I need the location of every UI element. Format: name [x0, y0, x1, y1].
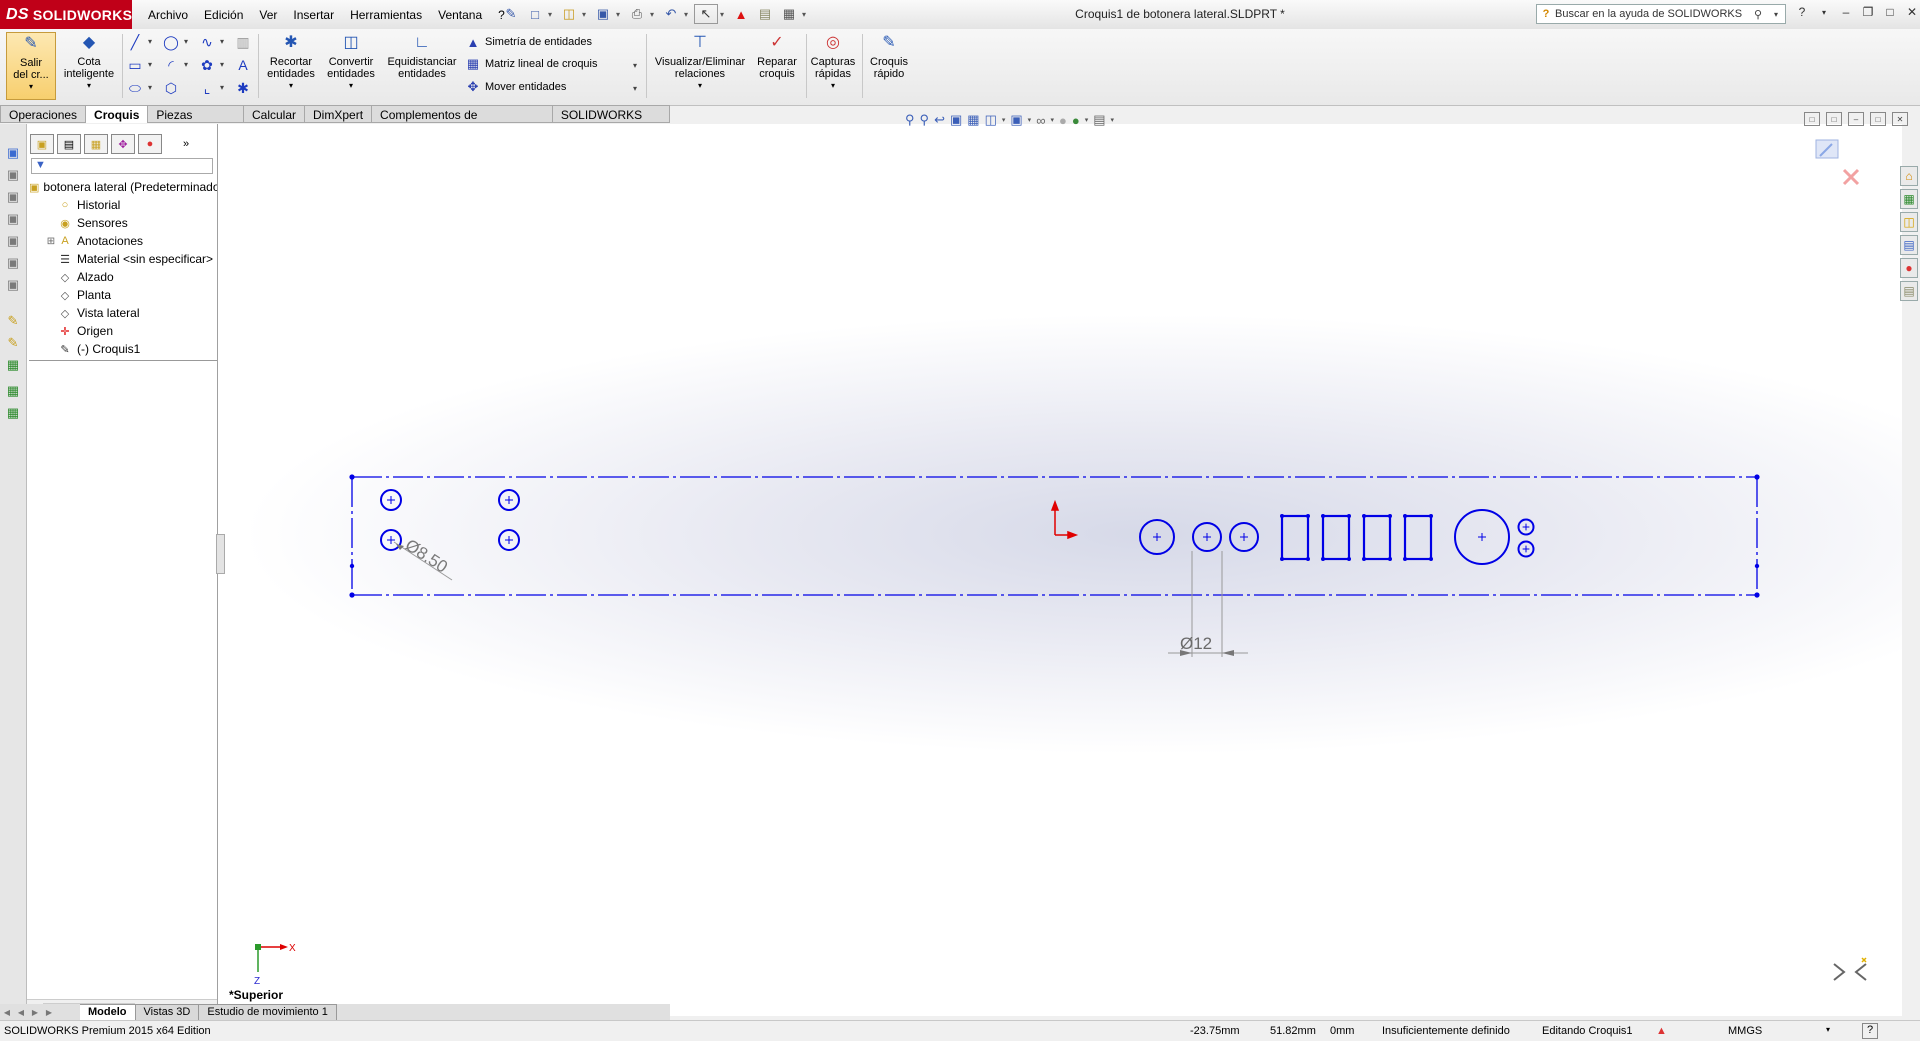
status-help-icon[interactable]: ?: [1862, 1023, 1878, 1039]
next-tab-icon[interactable]: ▶: [28, 1005, 42, 1019]
units-dropdown-icon[interactable]: ▾: [1826, 1025, 1830, 1034]
sketch-circle[interactable]: [1229, 522, 1259, 552]
status-z-coord: 0mm: [1330, 1025, 1355, 1037]
sketch-circle[interactable]: [380, 489, 402, 511]
sketch-circle[interactable]: [1517, 518, 1535, 536]
slots: [1280, 514, 1433, 561]
tab-modelo[interactable]: Modelo: [80, 1003, 136, 1021]
slot-3[interactable]: [1362, 514, 1392, 561]
bottom-tabs: ◀ ◀ ▶ ▶ Modelo Vistas 3D Estudio de movi…: [0, 1003, 670, 1021]
status-editing: Editando Croquis1: [1542, 1025, 1633, 1037]
slot-vertices: [1280, 514, 1433, 561]
last-tab-icon[interactable]: ▶: [42, 1005, 56, 1019]
reference-triad-icon: [1833, 957, 1867, 981]
triad-z-label: Z: [254, 976, 260, 987]
prev-tab-icon[interactable]: ◀: [14, 1005, 28, 1019]
sketch-circle[interactable]: [1192, 522, 1222, 552]
status-bar: SOLIDWORKS Premium 2015 x64 Edition -23.…: [0, 1020, 1920, 1041]
view-triad: X Z: [254, 943, 296, 987]
tab-vistas-3d[interactable]: Vistas 3D: [135, 1003, 200, 1021]
sketch-circle[interactable]: [498, 529, 520, 551]
sketch-rectangle[interactable]: [351, 476, 1758, 596]
rebuild-status-icon[interactable]: ▲: [1656, 1025, 1667, 1037]
sketch-circle[interactable]: [498, 489, 520, 511]
slot-2[interactable]: [1321, 514, 1351, 561]
sketch-circle[interactable]: [1517, 540, 1535, 558]
sketch-circle[interactable]: [1454, 509, 1510, 565]
status-x-coord: -23.75mm: [1190, 1025, 1240, 1037]
slot-1[interactable]: [1280, 514, 1310, 561]
dimension-small-hole-text[interactable]: Ø8.50: [402, 535, 451, 576]
tab-estudio-movimiento[interactable]: Estudio de movimiento 1: [199, 1003, 337, 1021]
sketch-origin[interactable]: [1050, 499, 1079, 540]
sketch-endpoints: [349, 474, 1760, 598]
dimension-large-hole-text[interactable]: Ø12: [1180, 634, 1212, 653]
view-name-label: *Superior: [229, 988, 284, 1002]
sketch-canvas: Ø8.50 Ø12 X Z: [254, 474, 1867, 987]
slot-4[interactable]: [1403, 514, 1433, 561]
status-y-coord: 51.82mm: [1270, 1025, 1316, 1037]
dimension-small-hole[interactable]: Ø8.50: [393, 535, 453, 581]
dimension-large-hole[interactable]: Ø12: [1168, 551, 1248, 657]
status-units[interactable]: MMGS: [1728, 1025, 1762, 1037]
triad-x-label: X: [289, 943, 296, 954]
sketch-circle[interactable]: [1139, 519, 1175, 555]
status-definition: Insuficientemente definido: [1382, 1025, 1510, 1037]
status-edition: SOLIDWORKS Premium 2015 x64 Edition: [4, 1025, 211, 1037]
first-tab-icon[interactable]: ◀: [0, 1005, 14, 1019]
